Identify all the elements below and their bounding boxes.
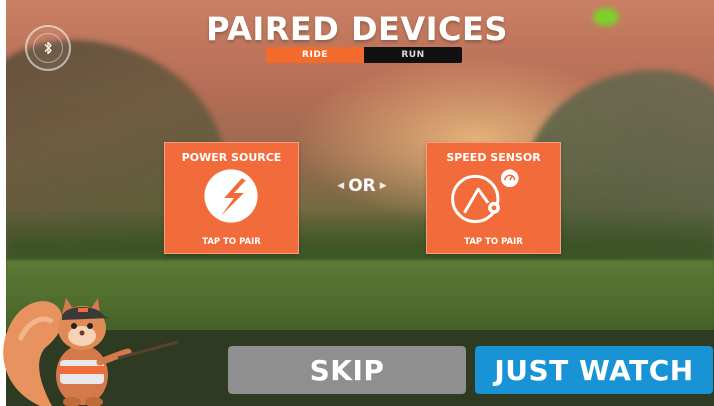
power-bolt-icon bbox=[204, 169, 258, 223]
speed-sensor-action: TAP TO PAIR bbox=[464, 237, 523, 247]
page-title: PAIRED DEVICES bbox=[206, 10, 508, 48]
speed-wheel-icon bbox=[451, 169, 519, 224]
power-source-card[interactable]: POWER SOURCE TAP TO PAIR bbox=[164, 142, 299, 254]
power-source-action: TAP TO PAIR bbox=[202, 237, 261, 247]
sport-tabs: RIDE RUN bbox=[266, 47, 462, 63]
speed-sensor-card[interactable]: SPEED SENSOR TAP TO PAIR bbox=[426, 142, 561, 254]
speed-sensor-title: SPEED SENSOR bbox=[446, 151, 541, 164]
tab-ride[interactable]: RIDE bbox=[266, 47, 364, 63]
left-arrow-icon: ◀ bbox=[337, 181, 345, 191]
just-watch-button[interactable]: JUST WATCH bbox=[475, 346, 713, 394]
power-source-title: POWER SOURCE bbox=[181, 151, 282, 164]
squirrel-mascot-icon bbox=[3, 298, 179, 406]
skip-button[interactable]: SKIP bbox=[228, 346, 466, 394]
tab-run[interactable]: RUN bbox=[364, 47, 462, 63]
or-label: OR bbox=[348, 176, 376, 196]
right-arrow-icon: ▶ bbox=[379, 181, 387, 191]
or-separator: ◀ OR ▶ bbox=[334, 176, 390, 196]
